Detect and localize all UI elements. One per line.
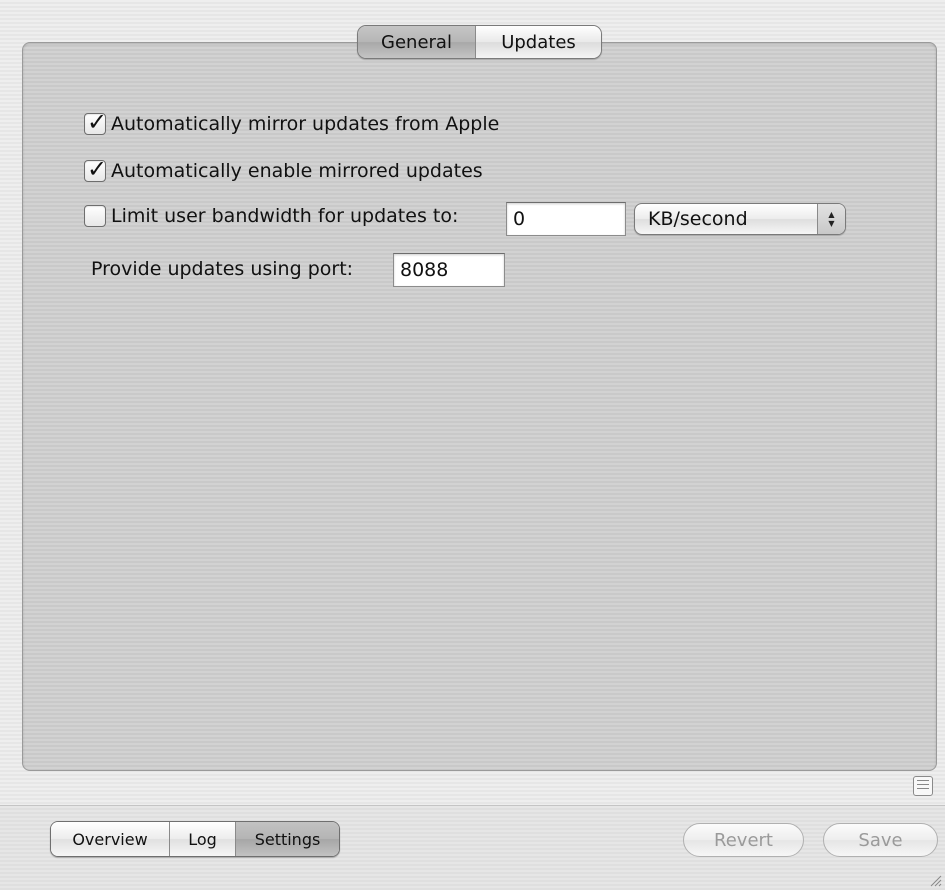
log-tab[interactable]: Log [169,822,235,856]
view-switcher: Overview Log Settings [50,821,340,857]
settings-window: General Updates ✓ Automatically mirror u… [0,0,945,890]
port-row: Provide updates using port: [91,258,353,280]
settings-tab[interactable]: Settings [235,822,339,856]
settings-tabs: General Updates [357,25,602,59]
enable-mirrored-label[interactable]: Automatically enable mirrored updates [111,160,483,182]
enable-mirrored-checkbox[interactable]: ✓ [84,155,108,183]
limit-bandwidth-checkbox[interactable] [84,205,106,227]
tab-updates[interactable]: Updates [475,26,601,58]
mirror-updates-checkbox[interactable]: ✓ [84,108,108,136]
port-input[interactable] [393,253,505,287]
check-icon: ✓ [87,155,108,183]
bandwidth-unit-popup[interactable]: KB/second ▲ ▼ [634,203,846,235]
limit-bandwidth-row: Limit user bandwidth for updates to: [84,205,458,227]
port-label: Provide updates using port: [91,258,354,280]
list-icon[interactable] [913,776,933,796]
check-icon: ✓ [87,108,108,136]
mirror-updates-row: ✓ Automatically mirror updates from Appl… [84,108,499,136]
resize-grip-icon[interactable] [928,873,942,887]
limit-bandwidth-label[interactable]: Limit user bandwidth for updates to: [111,205,458,227]
revert-button[interactable]: Revert [683,823,804,857]
tab-general[interactable]: General [358,26,475,58]
overview-tab[interactable]: Overview [51,822,169,856]
save-button[interactable]: Save [823,823,938,857]
mirror-updates-label[interactable]: Automatically mirror updates from Apple [111,113,499,135]
bandwidth-input[interactable] [506,202,626,236]
up-down-arrows-icon: ▲ ▼ [817,204,845,234]
bandwidth-unit-value: KB/second [648,208,748,230]
tab-content-panel [22,42,937,771]
enable-mirrored-row: ✓ Automatically enable mirrored updates [84,155,483,183]
